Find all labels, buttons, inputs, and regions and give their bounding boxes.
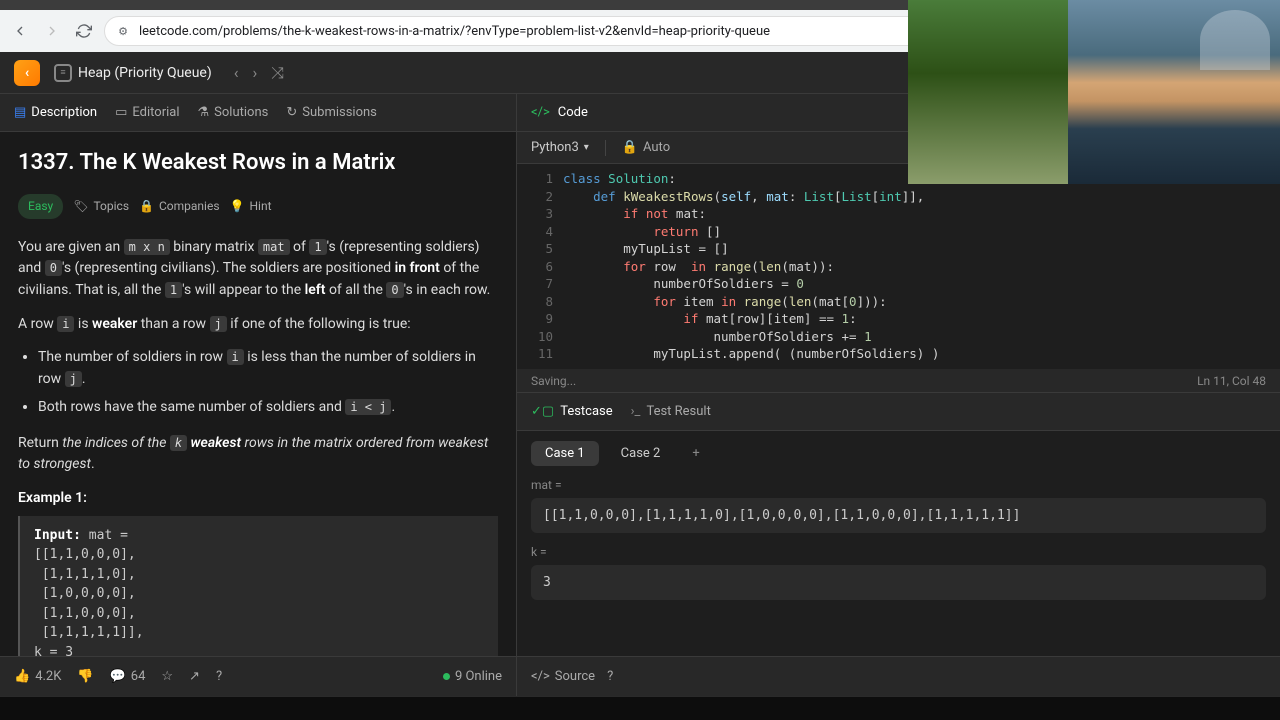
add-case-button[interactable]: + (682, 441, 709, 466)
webcam-building (1200, 10, 1270, 70)
line-numbers: 1234567891011 (517, 164, 563, 369)
param-mat-label: mat = (531, 478, 1266, 492)
url-text: leetcode.com/problems/the-k-weakest-rows… (139, 24, 770, 39)
desc-conditions: The number of soldiers in row i is less … (38, 347, 498, 418)
comments-button[interactable]: 💬64 (110, 669, 146, 684)
saving-indicator: Saving... (531, 374, 576, 388)
flask-icon: ⚗ (198, 105, 210, 120)
help-icon: ? (216, 669, 222, 684)
test-content: Case 1 Case 2 + mat = [[1,1,0,0,0],[1,1,… (517, 431, 1280, 656)
share-button[interactable]: ↗ (189, 669, 200, 684)
description-panel: ▤Description ▭Editorial ⚗Solutions ↻Subm… (0, 94, 517, 696)
online-dot-icon (443, 673, 450, 680)
check-icon: ✓▢ (531, 404, 554, 419)
list-icon: ≡ (54, 64, 72, 82)
lock-icon: 🔒 (622, 140, 638, 155)
tab-solutions[interactable]: ⚗Solutions (198, 105, 269, 120)
description-icon: ▤ (14, 105, 26, 120)
share-icon: ↗ (189, 669, 200, 684)
chevron-down-icon: ▾ (584, 142, 589, 153)
star-icon: ☆ (161, 669, 173, 684)
case-1-tab[interactable]: Case 1 (531, 441, 599, 466)
leetcode-logo[interactable]: ‹ (14, 60, 40, 86)
help-icon: ? (607, 669, 613, 684)
tab-submissions[interactable]: ↻Submissions (286, 105, 377, 120)
param-mat-value[interactable]: [[1,1,0,0,0],[1,1,1,1,0],[1,0,0,0,0],[1,… (531, 498, 1266, 533)
webcam-person (1068, 0, 1280, 184)
online-indicator: 9 Online (443, 669, 502, 684)
test-footer: </>Source ? (517, 656, 1280, 696)
thumbs-down-icon: 👎 (77, 669, 93, 684)
language-selector[interactable]: Python3▾ (531, 140, 589, 155)
site-settings-icon[interactable]: ⚙ (115, 23, 131, 39)
shuffle-button[interactable]: ⤨ (271, 63, 284, 83)
bulb-icon: 💡 (230, 197, 245, 216)
cursor-position: Ln 11, Col 48 (1197, 374, 1266, 388)
help-button[interactable]: ? (607, 669, 613, 684)
desc-p1: You are given an m x n binary matrix mat… (18, 237, 498, 302)
tab-test-result[interactable]: ›_Test Result (631, 404, 711, 419)
case-tabs: Case 1 Case 2 + (531, 441, 1266, 466)
comment-icon: 💬 (110, 669, 126, 684)
topic-badge[interactable]: ≡ Heap (Priority Queue) (54, 64, 212, 82)
lock-icon: 🔒 (139, 197, 154, 216)
auto-toggle[interactable]: 🔒Auto (622, 140, 670, 155)
forward-button[interactable] (40, 19, 64, 43)
companies-tag[interactable]: 🔒Companies (139, 194, 220, 219)
desc-p3: Return the indices of the k weakest rows… (18, 433, 498, 476)
desc-p2: A row i is weaker than a row j if one of… (18, 314, 498, 336)
left-tabs: ▤Description ▭Editorial ⚗Solutions ↻Subm… (0, 94, 516, 132)
example1-block: Input: mat = [[1,1,0,0,0], [1,1,1,1,0], … (18, 516, 498, 656)
book-icon: ▭ (115, 105, 127, 120)
back-button[interactable] (8, 19, 32, 43)
case-2-tab[interactable]: Case 2 (607, 441, 675, 466)
terminal-icon: ›_ (631, 404, 641, 419)
like-button[interactable]: 👍4.2K (14, 669, 61, 684)
code-label: Code (558, 105, 588, 120)
next-problem-button[interactable]: › (253, 63, 258, 83)
thumbs-up-icon: 👍 (14, 669, 30, 684)
param-k-label: k = (531, 545, 1266, 559)
hint-tag[interactable]: 💡Hint (230, 194, 272, 219)
tag-icon: 🏷 (73, 197, 88, 216)
clock-icon: ↻ (286, 105, 297, 120)
code-icon: </> (531, 105, 550, 120)
param-k-value[interactable]: 3 (531, 565, 1266, 600)
example1-label: Example 1: (18, 488, 498, 510)
tab-editorial[interactable]: ▭Editorial (115, 105, 179, 120)
dislike-button[interactable]: 👎 (77, 669, 93, 684)
code-panel: </> Code Python3▾ 🔒Auto 1234567891011 cl… (517, 94, 1280, 696)
reload-button[interactable] (72, 19, 96, 43)
webcam-overlay (908, 0, 1280, 184)
editor-status-bar: Saving... Ln 11, Col 48 (517, 369, 1280, 393)
prev-problem-button[interactable]: ‹ (234, 63, 239, 83)
webcam-background-left (908, 0, 1068, 184)
code-editor[interactable]: 1234567891011 class Solution: def kWeake… (517, 164, 1280, 369)
difficulty-badge: Easy (18, 194, 63, 219)
topics-tag[interactable]: 🏷Topics (73, 194, 129, 219)
tab-testcase[interactable]: ✓▢Testcase (531, 404, 613, 419)
favorite-button[interactable]: ☆ (161, 669, 173, 684)
feedback-button[interactable]: ? (216, 669, 222, 684)
tab-description[interactable]: ▤Description (14, 105, 97, 120)
divider (605, 140, 606, 156)
problem-title: 1337. The K Weakest Rows in a Matrix (18, 146, 498, 180)
test-header: ✓▢Testcase ›_Test Result (517, 393, 1280, 431)
topic-name: Heap (Priority Queue) (78, 65, 212, 81)
code-icon: </> (531, 669, 550, 684)
problem-nav: ‹ › ⤨ (234, 63, 284, 83)
os-dock-hint (0, 696, 1280, 720)
description-content: 1337. The K Weakest Rows in a Matrix Eas… (0, 132, 516, 656)
source-button[interactable]: </>Source (531, 669, 595, 684)
code-content[interactable]: class Solution: def kWeakestRows(self, m… (563, 164, 1280, 369)
desc-footer: 👍4.2K 👎 💬64 ☆ ↗ ? 9 Online (0, 656, 516, 696)
